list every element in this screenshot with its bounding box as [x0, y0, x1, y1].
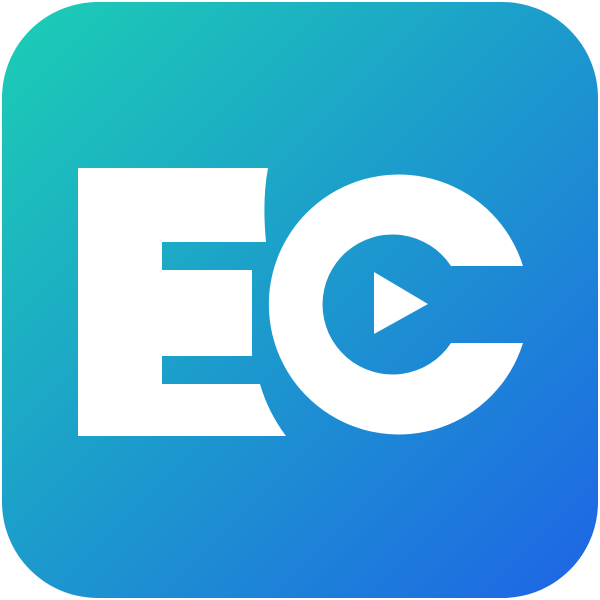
- app-icon-stage: [0, 0, 600, 600]
- app-icon[interactable]: [0, 0, 600, 600]
